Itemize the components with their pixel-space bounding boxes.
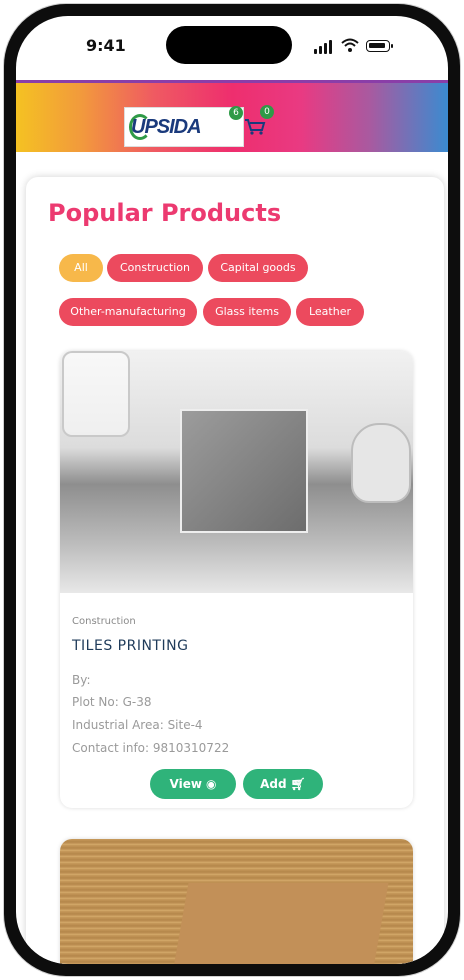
jar-shape [62,351,130,437]
battery-icon [366,40,393,52]
product-contact: Contact info: 9810310722 [72,741,230,755]
photo-frame-shape [180,409,308,533]
status-time: 9:41 [86,36,126,55]
filter-leather[interactable]: Leather [296,298,364,326]
add-to-cart-button[interactable]: Add 🛒︎ [243,769,323,799]
logo-badge: 6 [229,106,243,120]
status-bar: 9:41 [16,16,448,78]
wifi-icon [341,38,359,52]
product-by: By: [72,673,91,687]
product-image-2[interactable] [60,839,413,964]
product-card: Construction TILES PRINTING By: Plot No:… [60,351,413,808]
app-header: UPSIDA 6 0 [16,83,448,152]
add-button-label: Add [260,777,287,791]
product-plot: Plot No: G-38 [72,695,152,709]
product-card-2 [60,839,413,964]
signal-icon [314,40,334,54]
logo-text: UPSIDA [131,116,202,138]
product-area: Industrial Area: Site-4 [72,718,203,732]
view-button-label: View [169,777,202,791]
product-category: Construction [72,616,136,627]
app-screen: 9:41 UPSIDA 6 0 Popular Products All Con… [16,16,448,964]
cart-small-icon: 🛒︎ [290,777,306,791]
dynamic-island [166,26,292,64]
view-button[interactable]: View ◉ [150,769,236,799]
logo[interactable]: UPSIDA [124,107,244,147]
section-title: Popular Products [48,199,282,227]
cardboard-box-shape [171,883,389,964]
filter-other-manufacturing[interactable]: Other-manufacturing [59,298,197,326]
filter-glass-items[interactable]: Glass items [203,298,291,326]
eye-icon: ◉ [205,777,217,791]
filter-capital-goods[interactable]: Capital goods [208,254,308,282]
vase-shape [351,423,411,503]
cart-count-badge: 0 [260,105,274,119]
phone-frame: 9:41 UPSIDA 6 0 Popular Products All Con… [4,4,460,976]
filter-construction[interactable]: Construction [107,254,203,282]
cart-icon[interactable] [244,118,266,136]
product-name: TILES PRINTING [72,638,189,654]
product-image[interactable] [60,351,413,593]
filter-all[interactable]: All [59,254,103,282]
